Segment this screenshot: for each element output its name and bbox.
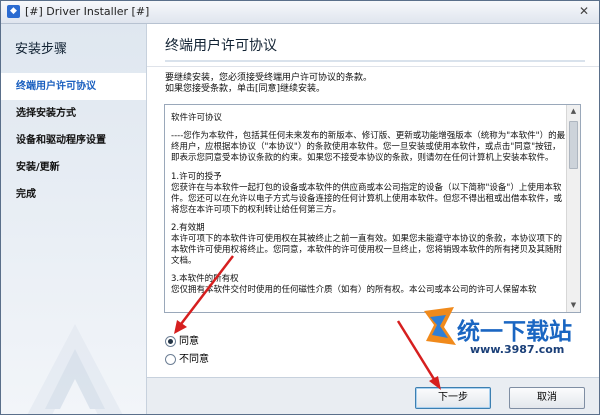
- next-button[interactable]: 下一步: [415, 387, 491, 409]
- intro-line-1: 要继续安装，您必须接受终端用户许可协议的条款。: [165, 73, 373, 83]
- steps-sidebar: 安装步骤 终端用户许可协议 选择安装方式 设备和驱动程序设置 安装/更新 完成: [1, 24, 147, 414]
- disagree-radio[interactable]: [165, 353, 176, 365]
- window-title: [#] Driver Installer [#]: [25, 5, 150, 18]
- agree-radio[interactable]: [165, 335, 176, 347]
- license-section-3-title: 3.本软件的所有权: [171, 274, 239, 284]
- disagree-option[interactable]: 不同意: [165, 350, 209, 365]
- step-install-update: 安装/更新: [16, 162, 60, 173]
- license-section-1-body: 您获许在与本软件一起打包的设备或本软件的供应商或本公司指定的设备（以下简称"设备…: [171, 183, 563, 215]
- disagree-label[interactable]: 不同意: [179, 354, 209, 365]
- page-title: 终端用户许可协议: [165, 38, 277, 54]
- title-bar[interactable]: ◆ [#] Driver Installer [#] ✕: [1, 1, 599, 24]
- sidebar-title: 安装步骤: [15, 42, 68, 57]
- license-section-2-body: 本许可项下的本软件许可使用权在其被终止之前一直有效。如果您未能遵守本协议的条款，…: [171, 234, 563, 266]
- decorative-arrows-icon: [27, 324, 123, 414]
- license-section-1-title: 1.许可的授予: [171, 172, 222, 182]
- step-finish: 完成: [16, 189, 36, 200]
- license-section-3-body: 您仅拥有本软件交付时使用的任何磁性介质（如有）的所有权。本公司或本公司的许可人保…: [171, 285, 537, 295]
- intro-line-2: 如果您接受条款，单击[同意]继续安装。: [165, 84, 326, 94]
- license-heading: 软件许可协议: [171, 113, 223, 123]
- watermark-brand: 统一下载站: [457, 319, 572, 345]
- step-device-settings: 设备和驱动程序设置: [16, 135, 106, 146]
- site-watermark: 统一下载站 www.3987.com: [420, 303, 595, 373]
- scroll-up-icon[interactable]: ▲: [567, 105, 580, 118]
- step-eula: 终端用户许可协议: [1, 73, 146, 100]
- app-icon: ◆: [7, 5, 20, 18]
- step-install-type: 选择安装方式: [16, 108, 76, 119]
- installer-window: ◆ [#] Driver Installer [#] ✕ 安装步骤 终端用户许可…: [0, 0, 600, 415]
- license-section-2-title: 2.有效期: [171, 223, 205, 233]
- page-header: 终端用户许可协议: [147, 24, 599, 67]
- intro-text: 要继续安装，您必须接受终端用户许可协议的条款。 如果您接受条款，单击[同意]继续…: [165, 73, 585, 95]
- close-icon[interactable]: ✕: [575, 3, 593, 19]
- agree-label[interactable]: 同意: [179, 336, 199, 347]
- license-content: 软件许可协议 ----您作为本软件，包括其任何未来发布的新版本、修订版、更新或功…: [171, 105, 566, 303]
- cancel-button[interactable]: 取消: [509, 387, 585, 409]
- watermark-url: www.3987.com: [470, 343, 565, 356]
- agree-option[interactable]: 同意: [165, 332, 199, 347]
- license-paragraph-intro: ----您作为本软件，包括其任何未来发布的新版本、修订版、更新或功能增强版本（统…: [171, 131, 566, 163]
- watermark-logo-icon: [424, 307, 456, 345]
- license-scrollbar[interactable]: ▲ ▼: [566, 105, 580, 312]
- scroll-thumb[interactable]: [569, 121, 578, 169]
- license-textbox[interactable]: 软件许可协议 ----您作为本软件，包括其任何未来发布的新版本、修订版、更新或功…: [164, 104, 581, 313]
- header-divider: [165, 60, 585, 62]
- steps-list: 终端用户许可协议 选择安装方式 设备和驱动程序设置 安装/更新 完成: [1, 73, 146, 208]
